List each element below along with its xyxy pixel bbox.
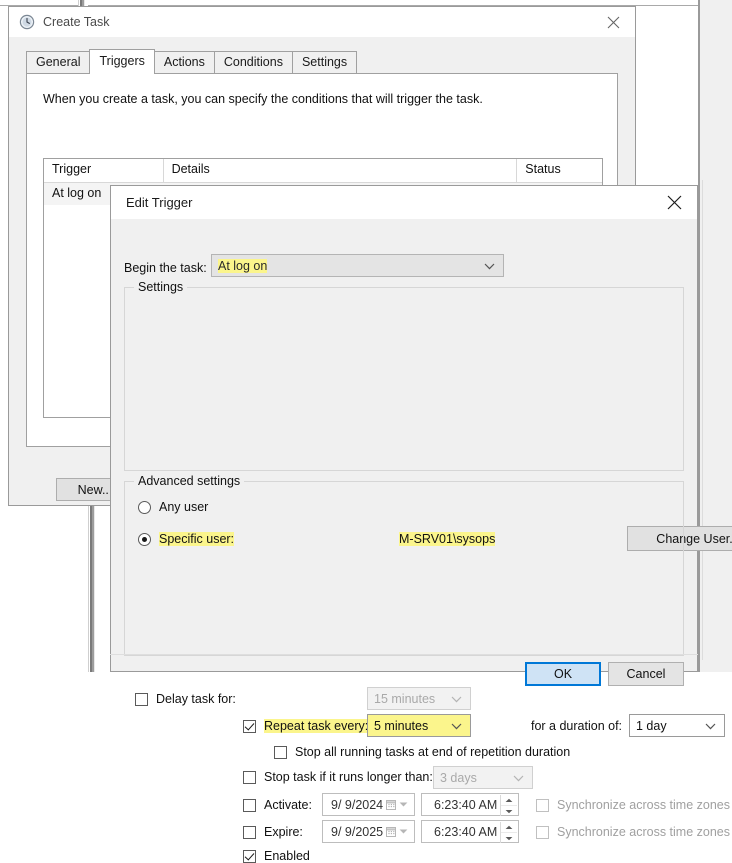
column-header-details[interactable]: Details: [164, 159, 518, 182]
create-task-titlebar: Create Task: [9, 7, 635, 37]
create-task-title: Create Task: [43, 15, 109, 29]
expire-checkbox[interactable]: [243, 826, 256, 839]
begin-task-dropdown[interactable]: At log on: [211, 254, 504, 277]
close-icon[interactable]: [591, 7, 635, 37]
tab-general[interactable]: General: [26, 51, 90, 74]
chevron-down-icon: [451, 719, 462, 733]
stop-task-longer-row[interactable]: Stop task if it runs longer than:: [243, 770, 433, 784]
chevron-down-icon: [513, 771, 524, 785]
ok-button[interactable]: OK: [525, 662, 601, 686]
triggers-description: When you create a task, you can specify …: [43, 92, 483, 106]
column-header-trigger[interactable]: Trigger: [44, 159, 164, 182]
expire-time-field[interactable]: 6:23:40 AM: [421, 820, 519, 843]
spinner-down-icon[interactable]: [501, 833, 517, 843]
chevron-down-icon: [705, 719, 716, 733]
delay-task-dropdown[interactable]: 15 minutes: [367, 687, 471, 710]
settings-groupbox: Settings: [124, 287, 684, 471]
begin-task-row: Begin the task:: [124, 261, 207, 275]
expire-date-value: 9/ 9/2025: [331, 825, 383, 839]
cancel-button[interactable]: Cancel: [608, 662, 684, 686]
stop-task-longer-dropdown[interactable]: 3 days: [433, 766, 533, 789]
duration-dropdown[interactable]: 1 day: [629, 714, 725, 737]
spinner-up-icon[interactable]: [501, 795, 517, 806]
activate-label: Activate:: [264, 798, 312, 812]
duration-value: 1 day: [636, 719, 667, 733]
tab-triggers[interactable]: Triggers: [89, 49, 154, 74]
repeat-task-dropdown[interactable]: 5 minutes: [367, 714, 471, 737]
edit-trigger-dialog: Edit Trigger Begin the task: At log on S…: [110, 185, 698, 672]
expire-sync-label: Synchronize across time zones: [557, 825, 730, 839]
repeat-task-value: 5 minutes: [374, 719, 428, 733]
edit-trigger-title: Edit Trigger: [126, 195, 192, 210]
repeat-task-row[interactable]: Repeat task every:: [243, 719, 368, 733]
stop-all-running-row[interactable]: Stop all running tasks at end of repetit…: [274, 745, 570, 759]
activate-date-value: 9/ 9/2024: [331, 798, 383, 812]
delay-task-value: 15 minutes: [374, 692, 435, 706]
repeat-task-label: Repeat task every:: [264, 719, 368, 733]
stop-task-longer-checkbox[interactable]: [243, 771, 256, 784]
triggers-table-header: Trigger Details Status: [44, 159, 602, 183]
column-header-status[interactable]: Status: [517, 159, 602, 182]
activate-sync-label: Synchronize across time zones: [557, 798, 730, 812]
tab-conditions[interactable]: Conditions: [214, 51, 293, 74]
activate-sync-checkbox[interactable]: [536, 799, 549, 812]
spinner-down-icon[interactable]: [501, 806, 517, 816]
dialog-footer-separator: [110, 654, 698, 655]
calendar-icon[interactable]: [386, 799, 408, 810]
advanced-settings-groupbox: Advanced settings: [124, 481, 684, 656]
edit-trigger-body: Begin the task: At log on Settings Any u…: [111, 219, 697, 671]
spinner-up-icon[interactable]: [501, 822, 517, 833]
duration-label: for a duration of:: [531, 719, 622, 733]
expire-sync-row[interactable]: Synchronize across time zones: [536, 825, 730, 839]
activate-time-field[interactable]: 6:23:40 AM: [421, 793, 519, 816]
expire-time-value: 6:23:40 AM: [434, 825, 497, 839]
tab-settings[interactable]: Settings: [292, 51, 357, 74]
create-task-tabstrip: General Triggers Actions Conditions Sett…: [26, 51, 356, 74]
delay-task-checkbox[interactable]: [135, 693, 148, 706]
activate-sync-row[interactable]: Synchronize across time zones: [536, 798, 730, 812]
chevron-down-icon: [484, 259, 495, 273]
stop-all-running-checkbox[interactable]: [274, 746, 287, 759]
tab-actions[interactable]: Actions: [154, 51, 215, 74]
settings-group-title: Settings: [134, 280, 187, 294]
expire-sync-checkbox[interactable]: [536, 826, 549, 839]
clock-icon: [19, 14, 35, 30]
activate-date-field[interactable]: 9/ 9/2024: [322, 793, 415, 816]
delay-task-label: Delay task for:: [156, 692, 236, 706]
delay-task-row[interactable]: Delay task for:: [135, 692, 236, 706]
stop-all-running-label: Stop all running tasks at end of repetit…: [295, 745, 570, 759]
activate-time-value: 6:23:40 AM: [434, 798, 497, 812]
activate-time-spinner[interactable]: [500, 795, 517, 816]
expire-time-spinner[interactable]: [500, 822, 517, 843]
expire-row[interactable]: Expire:: [243, 825, 303, 839]
close-icon[interactable]: [651, 186, 697, 219]
chevron-down-icon: [451, 692, 462, 706]
begin-task-value: At log on: [218, 259, 267, 273]
edit-trigger-titlebar: Edit Trigger: [111, 186, 697, 219]
activate-checkbox[interactable]: [243, 799, 256, 812]
enabled-row[interactable]: Enabled: [243, 849, 310, 863]
advanced-settings-group-title: Advanced settings: [134, 474, 244, 488]
expire-label: Expire:: [264, 825, 303, 839]
calendar-icon[interactable]: [386, 826, 408, 837]
duration-label-row: for a duration of:: [531, 719, 622, 733]
enabled-checkbox[interactable]: [243, 850, 256, 863]
begin-task-label: Begin the task:: [124, 261, 207, 275]
enabled-label: Enabled: [264, 849, 310, 863]
background-far-right-panel: [702, 180, 732, 660]
stop-task-longer-label: Stop task if it runs longer than:: [264, 770, 433, 784]
repeat-task-checkbox[interactable]: [243, 720, 256, 733]
activate-row[interactable]: Activate:: [243, 798, 312, 812]
expire-date-field[interactable]: 9/ 9/2025: [322, 820, 415, 843]
stop-task-longer-value: 3 days: [440, 771, 477, 785]
